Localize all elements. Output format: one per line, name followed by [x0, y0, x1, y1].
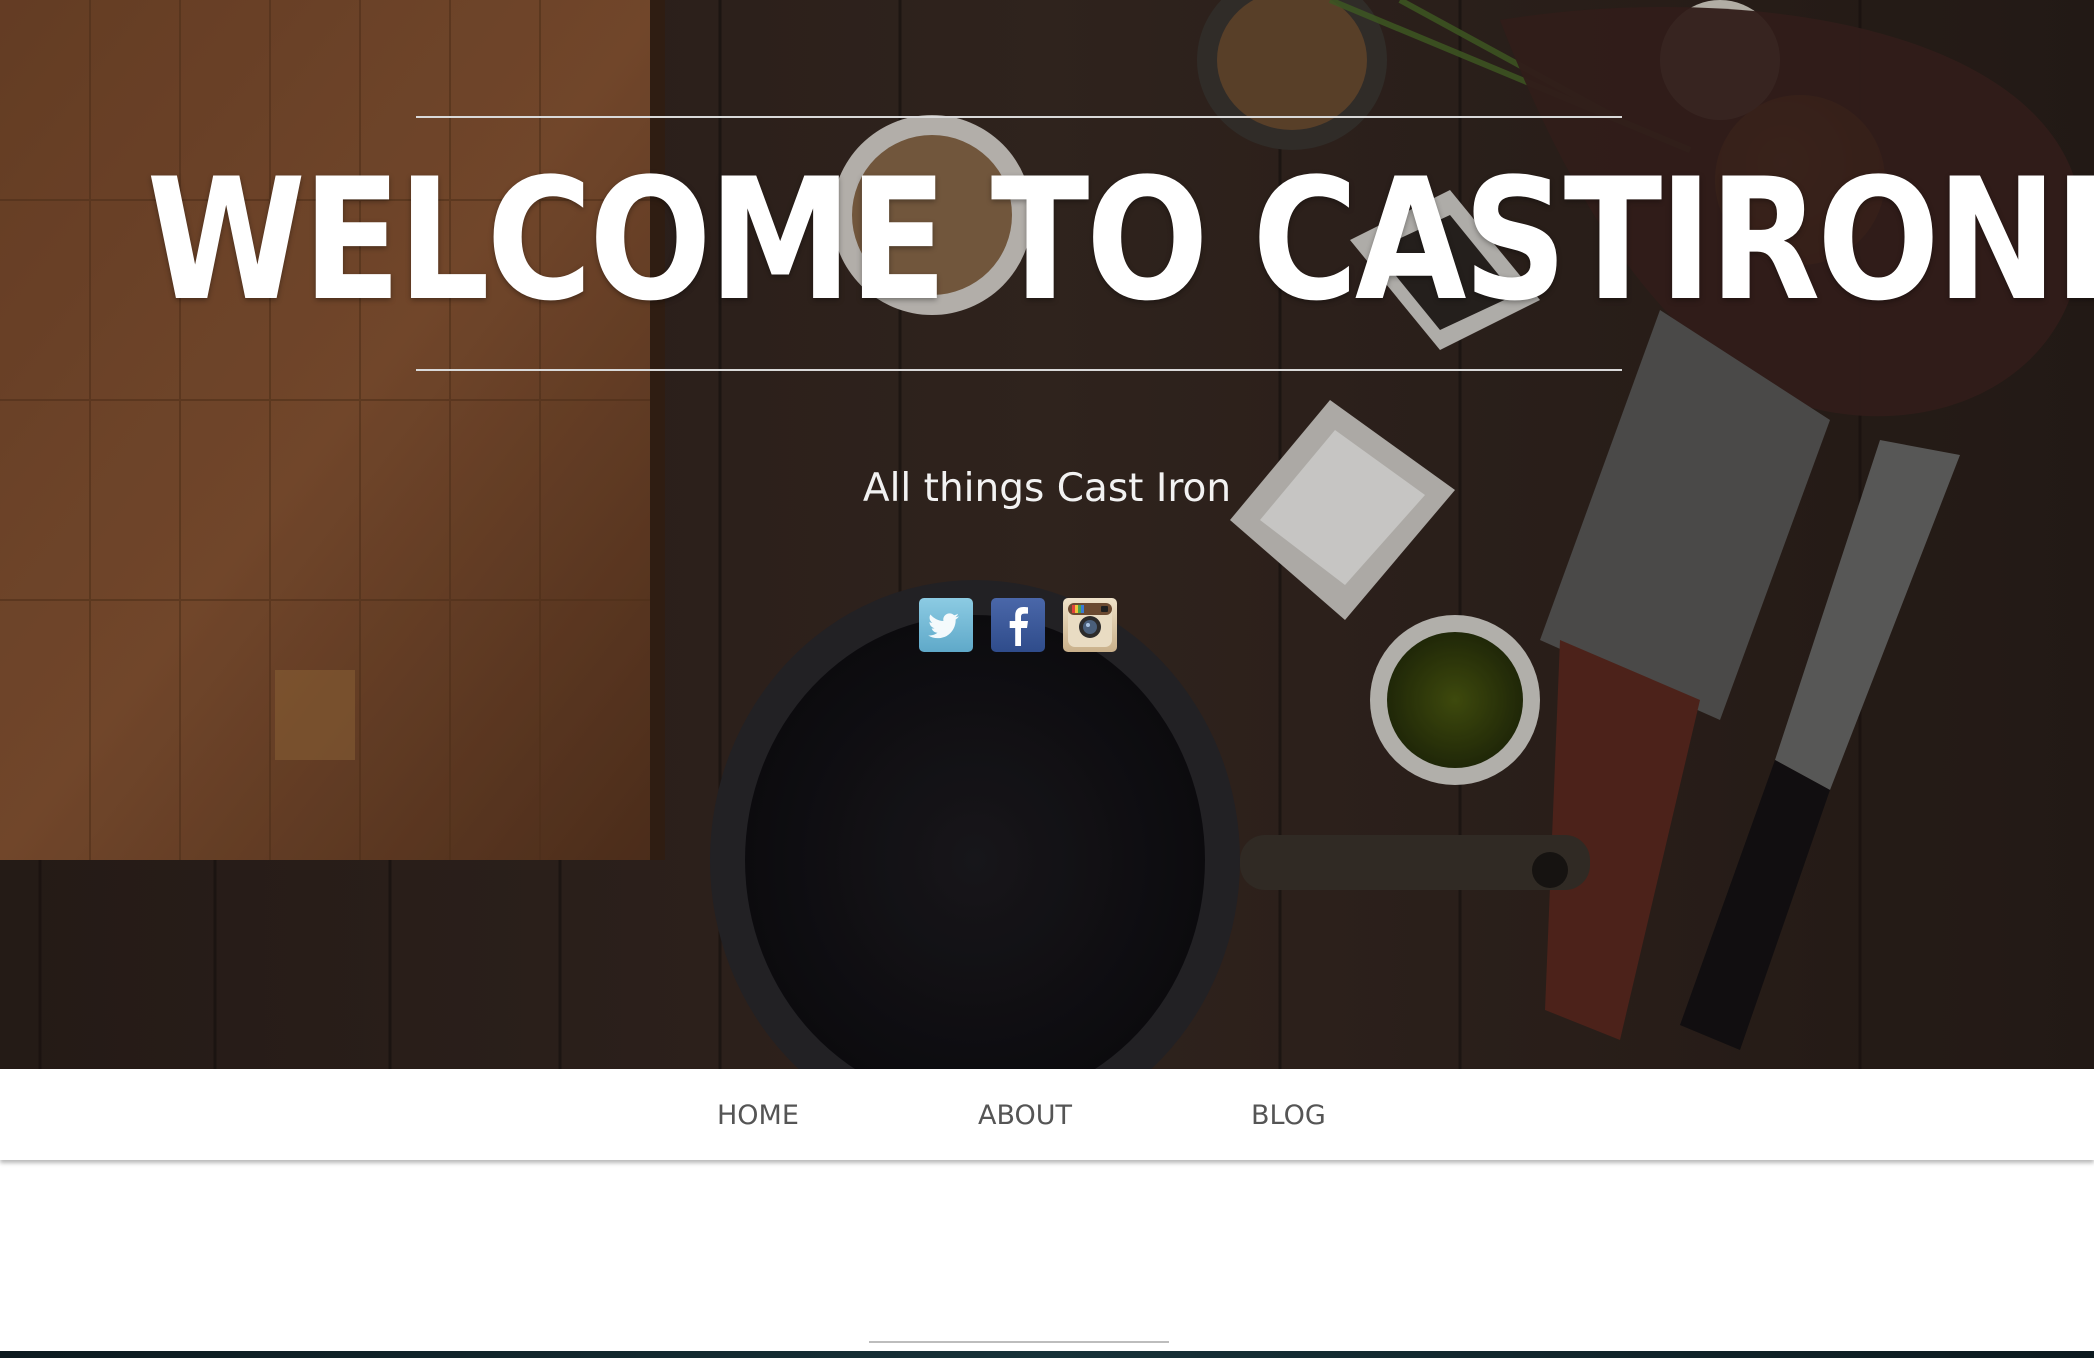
hero-section: WELCOME TO CASTIRONED All things Cast Ir… [0, 0, 2094, 1069]
title-rule-bottom [416, 369, 1622, 371]
instagram-link[interactable] [1063, 598, 1117, 652]
next-section-edge [0, 1351, 2094, 1358]
hero-title: WELCOME TO CASTIRONED [146, 142, 2094, 338]
nav-about[interactable]: ABOUT [978, 1099, 1072, 1133]
facebook-link[interactable] [991, 598, 1045, 652]
section-divider [869, 1341, 1169, 1343]
hero-subtitle: All things Cast Iron [862, 466, 1232, 511]
instagram-icon [1068, 603, 1112, 647]
title-rule-top [416, 116, 1622, 118]
main-nav: HOME ABOUT BLOG [0, 1069, 2094, 1160]
twitter-icon [928, 613, 959, 639]
facebook-icon [1009, 607, 1028, 646]
nav-home[interactable]: HOME [717, 1099, 799, 1133]
social-links [919, 598, 1177, 652]
nav-blog[interactable]: BLOG [1251, 1099, 1326, 1133]
twitter-link[interactable] [919, 598, 973, 652]
